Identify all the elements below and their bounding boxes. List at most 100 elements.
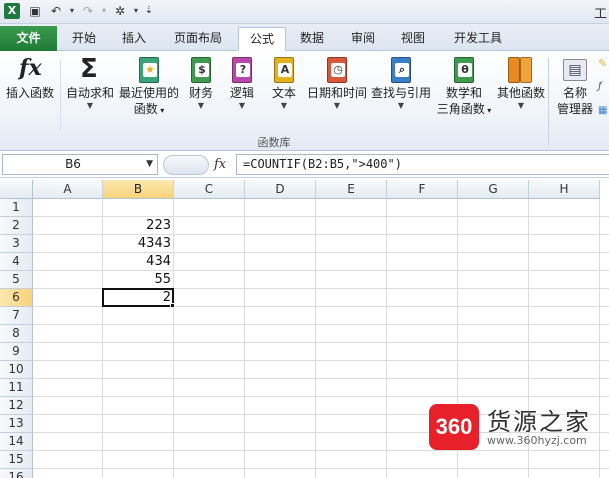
- name-manager-icon: ▤: [562, 55, 588, 85]
- tab-formulas[interactable]: 公式: [238, 27, 286, 51]
- ribbon-formulas: fx 插入函数 Σ 自动求和 ▼ ★ 最近使用的 函数 ▾ $ 财务 ▼ ? 逻…: [0, 51, 609, 151]
- chevron-down-icon: ▼: [517, 101, 525, 110]
- row-header-4[interactable]: 4: [0, 253, 33, 271]
- column-header-f[interactable]: F: [387, 180, 458, 199]
- math-trig-button[interactable]: θ 数学和 三角函数 ▾: [434, 55, 494, 135]
- name-box-value: B6: [65, 157, 81, 171]
- row-header-2[interactable]: 2: [0, 217, 33, 235]
- name-box[interactable]: B6 ▼: [2, 154, 158, 175]
- more-functions-button[interactable]: 其他函数 ▼: [494, 55, 548, 135]
- column-header-c[interactable]: C: [174, 180, 245, 199]
- cell-b5[interactable]: 55: [103, 271, 174, 289]
- column-header-a[interactable]: A: [33, 180, 103, 199]
- fx-icon: fx: [19, 55, 42, 81]
- undo-icon[interactable]: ↶: [48, 3, 64, 19]
- date-time-button[interactable]: ◷ 日期和时间 ▼: [306, 55, 368, 135]
- cell-b3[interactable]: 4343: [103, 235, 174, 253]
- use-in-formula-icon[interactable]: ƒ: [598, 81, 602, 92]
- text-book-icon: A: [271, 55, 297, 85]
- tools-icon[interactable]: ✲: [112, 3, 128, 19]
- quick-access-toolbar: X ▣ ↶ ▾ ↷ ▾ ✲ ▾ ⇣ 工: [0, 0, 609, 24]
- logical-button[interactable]: ? 逻辑 ▼: [225, 55, 259, 135]
- row-header-13[interactable]: 13: [0, 415, 33, 433]
- watermark-logo: 360 货源之家 www.360hyzj.com: [427, 400, 609, 452]
- tab-data[interactable]: 数据: [292, 27, 332, 51]
- tab-developer[interactable]: 开发工具: [446, 27, 510, 51]
- row-header-7[interactable]: 7: [0, 307, 33, 325]
- row-header-12[interactable]: 12: [0, 397, 33, 415]
- function-library-group-label: 函数库: [257, 136, 291, 149]
- logical-book-icon: ?: [229, 55, 255, 85]
- text-button[interactable]: A 文本 ▼: [267, 55, 301, 135]
- fill-handle[interactable]: [170, 303, 175, 308]
- column-header-d[interactable]: D: [245, 180, 316, 199]
- row-header-1[interactable]: 1: [0, 199, 33, 217]
- recently-used-label-line2: 函数 ▾: [133, 102, 165, 116]
- insert-function-fx-icon[interactable]: fx: [214, 154, 232, 175]
- create-from-selection-icon[interactable]: ▦: [598, 105, 607, 116]
- tab-home[interactable]: 开始: [64, 27, 104, 51]
- row-header-14[interactable]: 14: [0, 433, 33, 451]
- tab-view[interactable]: 视图: [393, 27, 433, 51]
- gridline: [33, 360, 609, 361]
- undo-dropdown-icon[interactable]: ▾: [64, 3, 80, 19]
- name-box-dropdown-icon[interactable]: ▼: [146, 155, 153, 174]
- gridline: [33, 342, 609, 343]
- formula-bar-splitter[interactable]: [163, 155, 209, 175]
- chevron-down-icon: ▼: [238, 101, 246, 110]
- define-name-icon[interactable]: ✎: [598, 57, 607, 70]
- autosum-button[interactable]: Σ 自动求和 ▼: [64, 54, 116, 135]
- gridline: [244, 199, 245, 478]
- gridline: [315, 199, 316, 478]
- autosum-label: 自动求和: [65, 86, 114, 100]
- cell-b2[interactable]: 223: [103, 217, 174, 235]
- financial-button[interactable]: $ 财务 ▼: [184, 55, 218, 135]
- formula-bar: B6 ▼ fx =COUNTIF(B2:B5,">400"): [0, 152, 609, 178]
- cell-b4[interactable]: 434: [103, 253, 174, 271]
- gridline: [33, 396, 609, 397]
- row-header-5[interactable]: 5: [0, 271, 33, 289]
- chevron-down-icon: ▼: [280, 101, 288, 110]
- row-header-16[interactable]: 16: [0, 469, 33, 478]
- tab-page-layout[interactable]: 页面布局: [163, 27, 233, 51]
- row-header-15[interactable]: 15: [0, 451, 33, 469]
- logical-label: 逻辑: [229, 86, 254, 100]
- customize-qat-icon[interactable]: ⇣: [141, 3, 157, 19]
- cell-b6[interactable]: 2: [103, 289, 174, 307]
- gridline: [386, 199, 387, 478]
- chevron-down-icon: ▼: [86, 101, 94, 110]
- group-divider: [548, 57, 549, 145]
- watermark-badge: 360: [429, 404, 479, 450]
- insert-function-label: 插入函数: [5, 86, 54, 100]
- column-header-g[interactable]: G: [458, 180, 529, 199]
- redo-icon[interactable]: ↷: [80, 3, 96, 19]
- row-header-6[interactable]: 6: [0, 289, 33, 307]
- redo-dropdown-icon[interactable]: ▾: [96, 3, 112, 19]
- excel-app-icon[interactable]: X: [4, 3, 20, 19]
- math-trig-label-line2: 三角函数 ▾: [436, 102, 492, 116]
- sigma-icon: Σ: [80, 54, 98, 84]
- recently-used-button[interactable]: ★ 最近使用的 函数 ▾: [118, 55, 180, 135]
- insert-function-button[interactable]: fx 插入函数: [2, 55, 58, 135]
- column-header-b[interactable]: B: [103, 180, 174, 199]
- row-header-10[interactable]: 10: [0, 361, 33, 379]
- gridline: [33, 468, 609, 469]
- column-header-h[interactable]: H: [529, 180, 600, 199]
- tab-insert[interactable]: 插入: [114, 27, 154, 51]
- select-all-corner[interactable]: [0, 180, 33, 199]
- chevron-down-icon: ▼: [333, 101, 341, 110]
- lookup-reference-button[interactable]: ⌕ 查找与引用 ▼: [370, 55, 432, 135]
- chevron-down-icon: ▼: [197, 101, 205, 110]
- tab-file[interactable]: 文件: [0, 26, 57, 51]
- row-header-8[interactable]: 8: [0, 325, 33, 343]
- tab-review[interactable]: 审阅: [343, 27, 383, 51]
- gridline: [33, 324, 609, 325]
- formula-input[interactable]: =COUNTIF(B2:B5,">400"): [236, 154, 609, 175]
- name-manager-button[interactable]: ▤ 名称 管理器: [552, 55, 598, 135]
- save-icon[interactable]: ▣: [27, 3, 43, 19]
- column-header-e[interactable]: E: [316, 180, 387, 199]
- row-header-9[interactable]: 9: [0, 343, 33, 361]
- row-header-11[interactable]: 11: [0, 379, 33, 397]
- star-book-icon: ★: [136, 55, 162, 85]
- row-header-3[interactable]: 3: [0, 235, 33, 253]
